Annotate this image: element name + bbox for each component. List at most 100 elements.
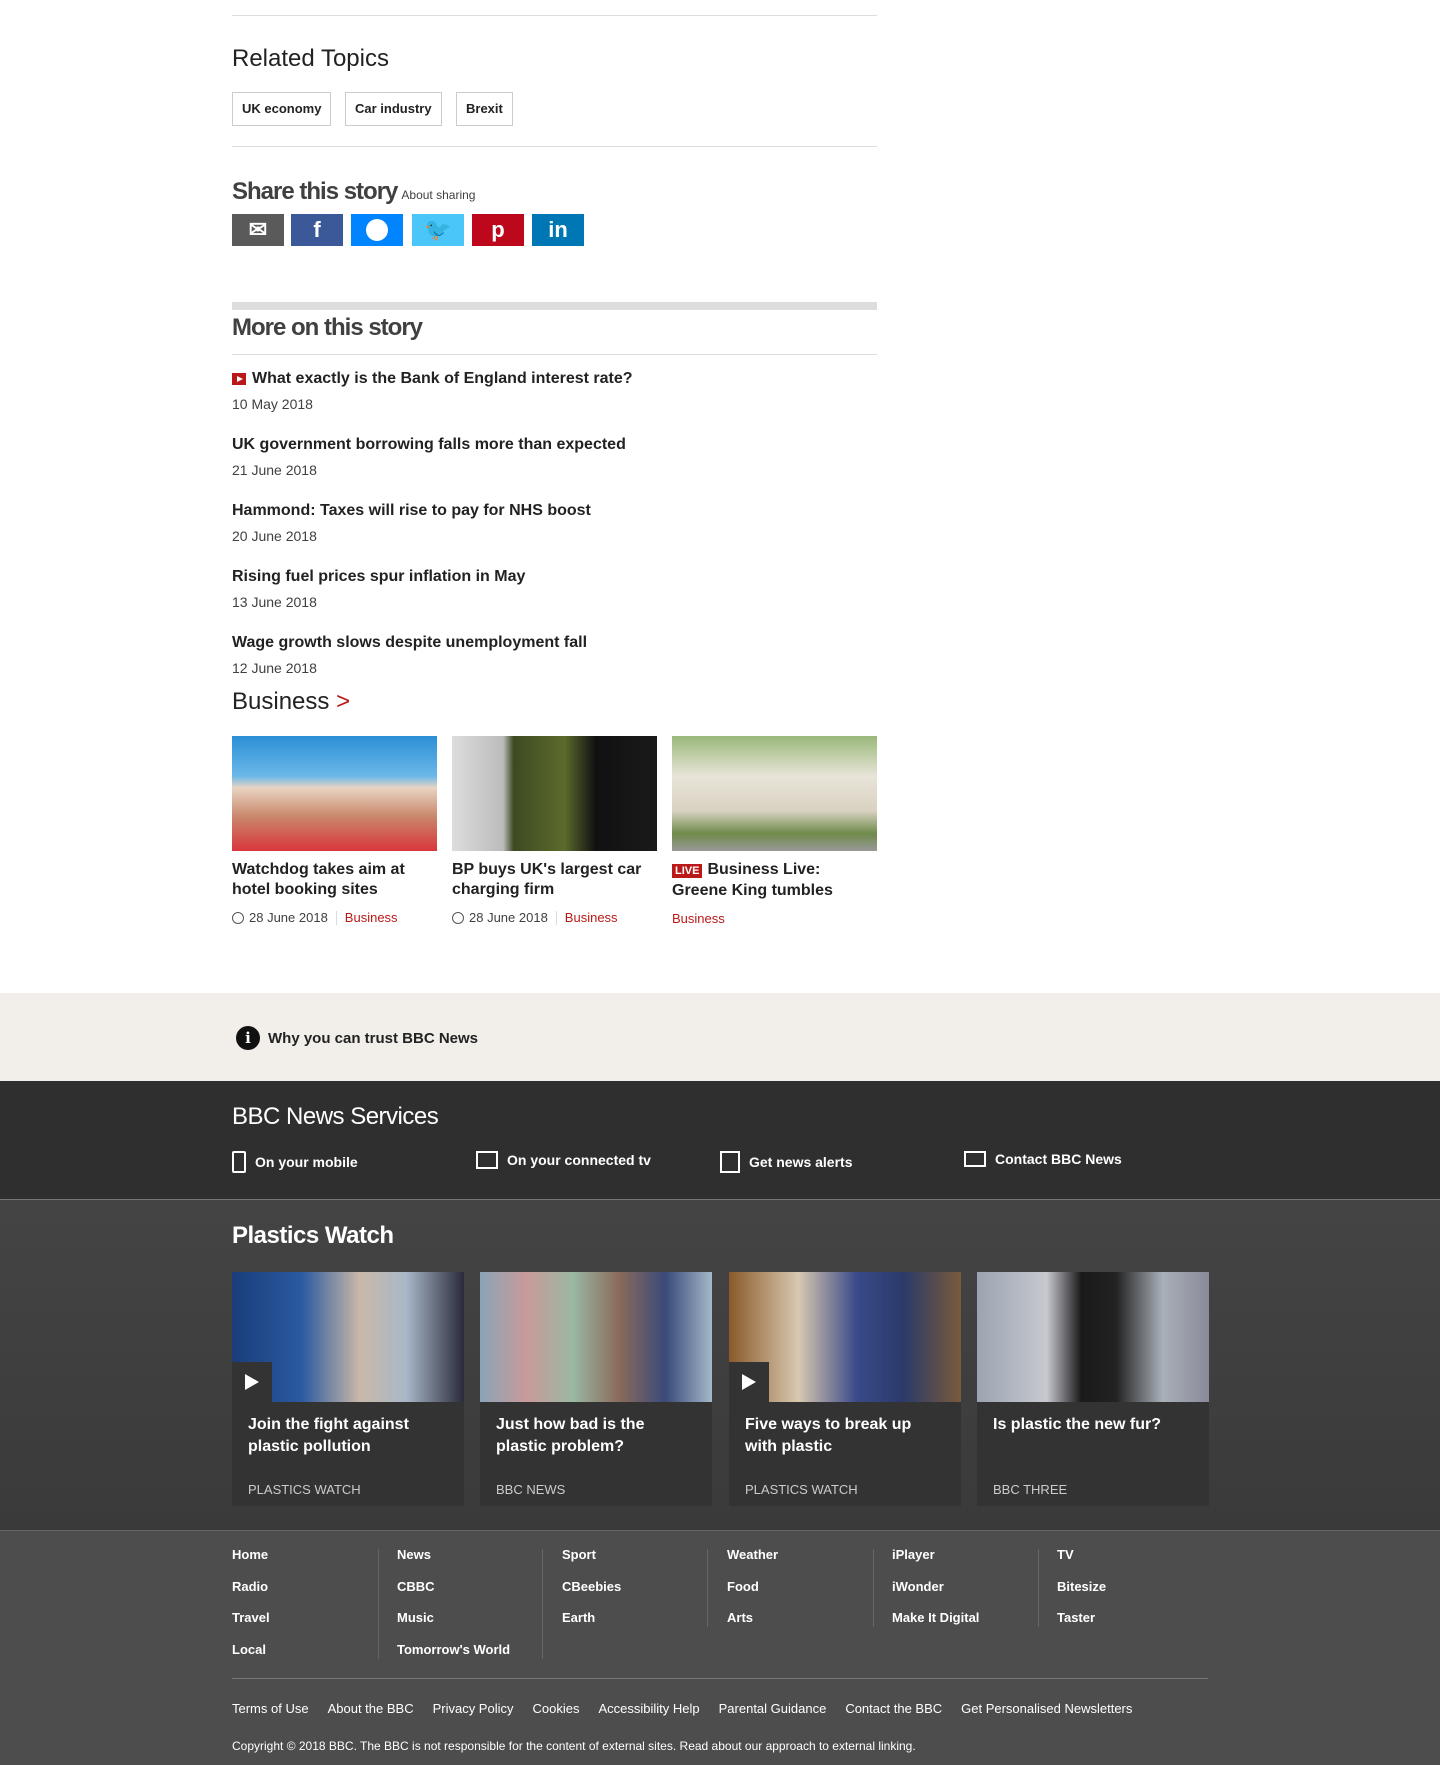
footer-link[interactable]: Weather [727,1547,892,1579]
section-link[interactable]: Business [672,911,725,926]
share-facebook-button[interactable]: f [291,214,343,246]
share-messenger-button[interactable] [351,214,403,246]
trust-link[interactable]: i Why you can trust BBC News [236,1026,478,1050]
article-image [232,736,437,851]
story-item[interactable]: What exactly is the Bank of England inte… [232,370,633,412]
clock-icon [232,911,244,924]
divider [232,1678,1208,1679]
footer-link[interactable]: CBBC [397,1579,562,1611]
service-tv[interactable]: On your connected tv [476,1151,651,1169]
alerts-icon [720,1151,740,1173]
share-email-button[interactable]: ✉ [232,214,284,246]
play-icon [729,1362,769,1402]
play-icon [232,1362,272,1402]
story-item[interactable]: Rising fuel prices spur inflation in May… [232,568,525,610]
footer-link[interactable]: TV [1057,1547,1222,1579]
video-icon [232,373,246,385]
twitter-icon: 🐦 [424,217,452,242]
footer-column: Sport CBeebies Earth [562,1547,727,1642]
footer-column: Home Radio Travel Local [232,1547,397,1673]
story-item[interactable]: Hammond: Taxes will rise to pay for NHS … [232,502,591,544]
plastics-watch: Plastics Watch Join the fight against pl… [0,1199,1440,1530]
tag-car-industry[interactable]: Car industry [345,92,442,126]
footer-column: News CBBC Music Tomorrow's World [397,1547,562,1673]
story-item[interactable]: Wage growth slows despite unemployment f… [232,634,587,676]
share-linkedin-button[interactable]: in [532,214,584,246]
share-twitter-button[interactable]: 🐦 [412,214,464,246]
footer-link[interactable]: About the BBC [328,1701,414,1716]
service-mobile[interactable]: On your mobile [232,1151,358,1173]
footer-link[interactable]: Radio [232,1579,397,1611]
footer-link[interactable]: Bitesize [1057,1579,1222,1611]
share-pinterest-button[interactable]: p [472,214,524,246]
trust-banner: i Why you can trust BBC News [0,993,1440,1081]
service-contact[interactable]: Contact BBC News [964,1151,1122,1167]
story-item[interactable]: UK government borrowing falls more than … [232,436,626,478]
footer-link[interactable]: Earth [562,1610,727,1642]
service-alerts[interactable]: Get news alerts [720,1151,853,1173]
footer-link[interactable]: Local [232,1642,397,1674]
footer-link[interactable]: Make It Digital [892,1610,1057,1642]
business-link[interactable]: Business > [232,688,350,716]
footer-link[interactable]: Travel [232,1610,397,1642]
messenger-icon [366,219,388,241]
tv-icon [476,1151,498,1169]
footer-link[interactable]: Music [397,1610,562,1642]
footer-link[interactable]: CBeebies [562,1579,727,1611]
copyright: Copyright © 2018 BBC. The BBC is not res… [232,1739,916,1753]
section-link[interactable]: Business [565,910,618,925]
footer: Home Radio Travel Local News CBBC Music Tomorr… [0,1530,1440,1765]
info-icon: i [236,1026,260,1050]
footer-column: iPlayer iWonder Make It Digital [892,1547,1057,1642]
footer-link[interactable]: iPlayer [892,1547,1057,1579]
pinterest-icon: p [491,217,505,242]
footer-column: Weather Food Arts [727,1547,892,1642]
divider [232,15,877,16]
footer-link[interactable]: Privacy Policy [433,1701,514,1716]
footer-link[interactable]: News [397,1547,562,1579]
article-image [672,736,877,851]
facebook-icon: f [313,217,321,242]
business-card[interactable]: BP buys UK's largest car charging firm 2… [452,736,657,925]
news-services: BBC News Services On your mobile On your… [0,1081,1440,1199]
article-image [729,1272,961,1402]
section-link[interactable]: Business [345,910,398,925]
article-image [452,736,657,851]
tag-uk-economy[interactable]: UK economy [232,92,332,126]
share-title: Share this story About sharing [232,178,476,205]
footer-column: TV Bitesize Taster [1057,1547,1222,1642]
tag-brexit[interactable]: Brexit [456,92,513,126]
clock-icon [452,911,464,924]
footer-link[interactable]: Get Personalised Newsletters [961,1701,1132,1716]
business-card[interactable]: LIVE Business Live: Greene King tumbles B… [672,736,877,926]
business-card[interactable]: Watchdog takes aim at hotel booking site… [232,736,437,925]
footer-link[interactable]: Accessibility Help [598,1701,699,1716]
services-title: BBC News Services [232,1103,439,1130]
footer-link[interactable]: Taster [1057,1610,1222,1642]
plastics-card[interactable]: Join the fight against plastic pollution… [232,1272,464,1506]
divider [232,354,877,355]
footer-link[interactable]: iWonder [892,1579,1057,1611]
linkedin-icon: in [548,217,568,242]
plastics-card[interactable]: Is plastic the new fur? BBC THREE [977,1272,1209,1506]
footer-link[interactable]: Terms of Use [232,1701,309,1716]
footer-link[interactable]: Home [232,1547,397,1579]
section-bar [232,302,877,310]
plastics-card[interactable]: Five ways to break up with plastic PLASTI… [729,1272,961,1506]
footer-link[interactable]: Cookies [533,1701,580,1716]
footer-link[interactable]: Food [727,1579,892,1611]
footer-link[interactable]: Parental Guidance [719,1701,827,1716]
chevron-right-icon: > [336,688,351,715]
footer-link[interactable]: Contact the BBC [845,1701,942,1716]
article-image [232,1272,464,1402]
related-topics-title: Related Topics [232,45,389,72]
about-sharing-link[interactable]: About sharing [401,188,475,202]
footer-link[interactable]: Sport [562,1547,727,1579]
footer-link[interactable]: Tomorrow's World [397,1642,562,1674]
plastics-card[interactable]: Just how bad is the plastic problem? BBC … [480,1272,712,1506]
footer-link[interactable]: Arts [727,1610,892,1642]
more-on-story-title: More on this story [232,314,423,341]
article-image [480,1272,712,1402]
mobile-icon [232,1151,246,1173]
article-image [977,1272,1209,1402]
